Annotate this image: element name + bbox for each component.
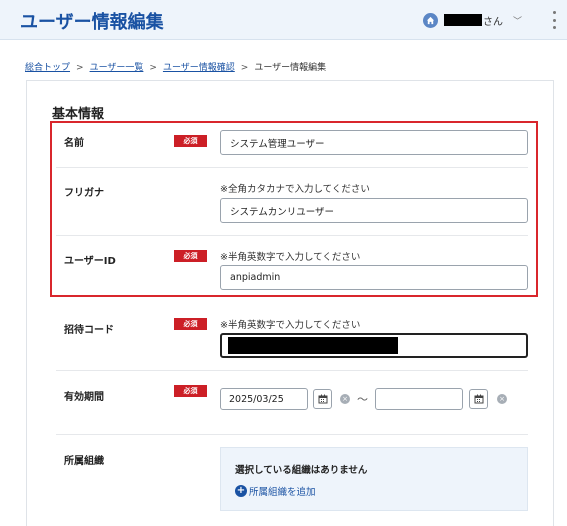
- required-badge: 必須: [174, 250, 207, 262]
- user-suffix: さん: [483, 16, 503, 28]
- user-name-redacted: [444, 14, 482, 26]
- end-date-input[interactable]: [375, 388, 463, 410]
- app-header: ユーザー情報編集 さん ﹀: [0, 0, 567, 40]
- invite-code-input[interactable]: [220, 333, 528, 358]
- plus-circle-icon: +: [235, 485, 247, 497]
- furigana-row: フリガナ ※全角カタカナで入力してください システムカンリユーザー: [56, 179, 528, 235]
- breadcrumb-link-user-list[interactable]: ユーザー一覧: [90, 63, 144, 73]
- user-id-input[interactable]: anpiadmin: [220, 265, 528, 290]
- form-card: 基本情報 名前 必須 システム管理ユーザー フリガナ ※全角カタカナで入力してく…: [26, 80, 554, 526]
- user-menu[interactable]: さん ﹀: [423, 10, 522, 30]
- breadcrumb-current: ユーザー情報編集: [254, 63, 327, 73]
- row-divider: [56, 370, 528, 371]
- clear-icon[interactable]: ×: [497, 394, 507, 404]
- furigana-label: フリガナ: [64, 188, 104, 199]
- breadcrumb: 総合トップ > ユーザー一覧 > ユーザー情報確認 > ユーザー情報編集: [25, 60, 326, 73]
- row-divider: [56, 235, 528, 236]
- validity-row: 有効期間 必須 2025/03/25 × ～ ×: [56, 383, 528, 423]
- calendar-icon[interactable]: [313, 389, 332, 409]
- organization-label: 所属組織: [64, 456, 104, 467]
- row-divider: [56, 434, 528, 435]
- user-id-row: ユーザーID 必須 ※半角英数字で入力してください anpiadmin: [56, 247, 528, 293]
- breadcrumb-separator: >: [240, 63, 249, 73]
- invite-code-hint: ※半角英数字で入力してください: [220, 320, 361, 331]
- name-row: 名前 必須 システム管理ユーザー: [56, 129, 528, 167]
- breadcrumb-link-user-detail[interactable]: ユーザー情報確認: [163, 63, 235, 73]
- page-title: ユーザー情報編集: [20, 12, 164, 33]
- user-id-hint: ※半角英数字で入力してください: [220, 252, 361, 263]
- name-input[interactable]: システム管理ユーザー: [220, 130, 528, 155]
- furigana-input[interactable]: システムカンリユーザー: [220, 198, 528, 223]
- add-organization-button[interactable]: + 所属組織を追加: [235, 484, 316, 498]
- breadcrumb-separator: >: [149, 63, 157, 73]
- name-label: 名前: [64, 138, 84, 149]
- required-badge: 必須: [174, 385, 207, 397]
- required-badge: 必須: [174, 318, 207, 330]
- section-title: 基本情報: [52, 107, 105, 122]
- organization-row: 所属組織 選択している組織はありません + 所属組織を追加: [56, 447, 528, 517]
- furigana-hint: ※全角カタカナで入力してください: [220, 184, 370, 195]
- chevron-down-icon[interactable]: ﹀: [513, 14, 522, 27]
- kebab-menu-icon[interactable]: [553, 11, 557, 29]
- organization-empty-text: 選択している組織はありません: [235, 465, 368, 476]
- add-organization-label: 所属組織を追加: [249, 487, 316, 498]
- breadcrumb-link-top[interactable]: 総合トップ: [25, 63, 70, 73]
- organization-box: 選択している組織はありません + 所属組織を追加: [220, 447, 528, 511]
- start-date-input[interactable]: 2025/03/25: [220, 388, 308, 410]
- required-badge: 必須: [174, 135, 207, 147]
- clear-icon[interactable]: ×: [340, 394, 350, 404]
- breadcrumb-separator: >: [76, 63, 84, 73]
- invite-code-label: 招待コード: [64, 325, 114, 336]
- validity-label: 有効期間: [64, 392, 104, 403]
- invite-code-row: 招待コード 必須 ※半角英数字で入力してください: [56, 316, 528, 364]
- row-divider: [56, 167, 528, 168]
- home-user-icon: [423, 12, 438, 28]
- user-id-label: ユーザーID: [64, 256, 116, 267]
- range-separator: ～: [357, 393, 368, 406]
- invite-code-redacted: [228, 337, 398, 354]
- calendar-icon[interactable]: [469, 389, 488, 409]
